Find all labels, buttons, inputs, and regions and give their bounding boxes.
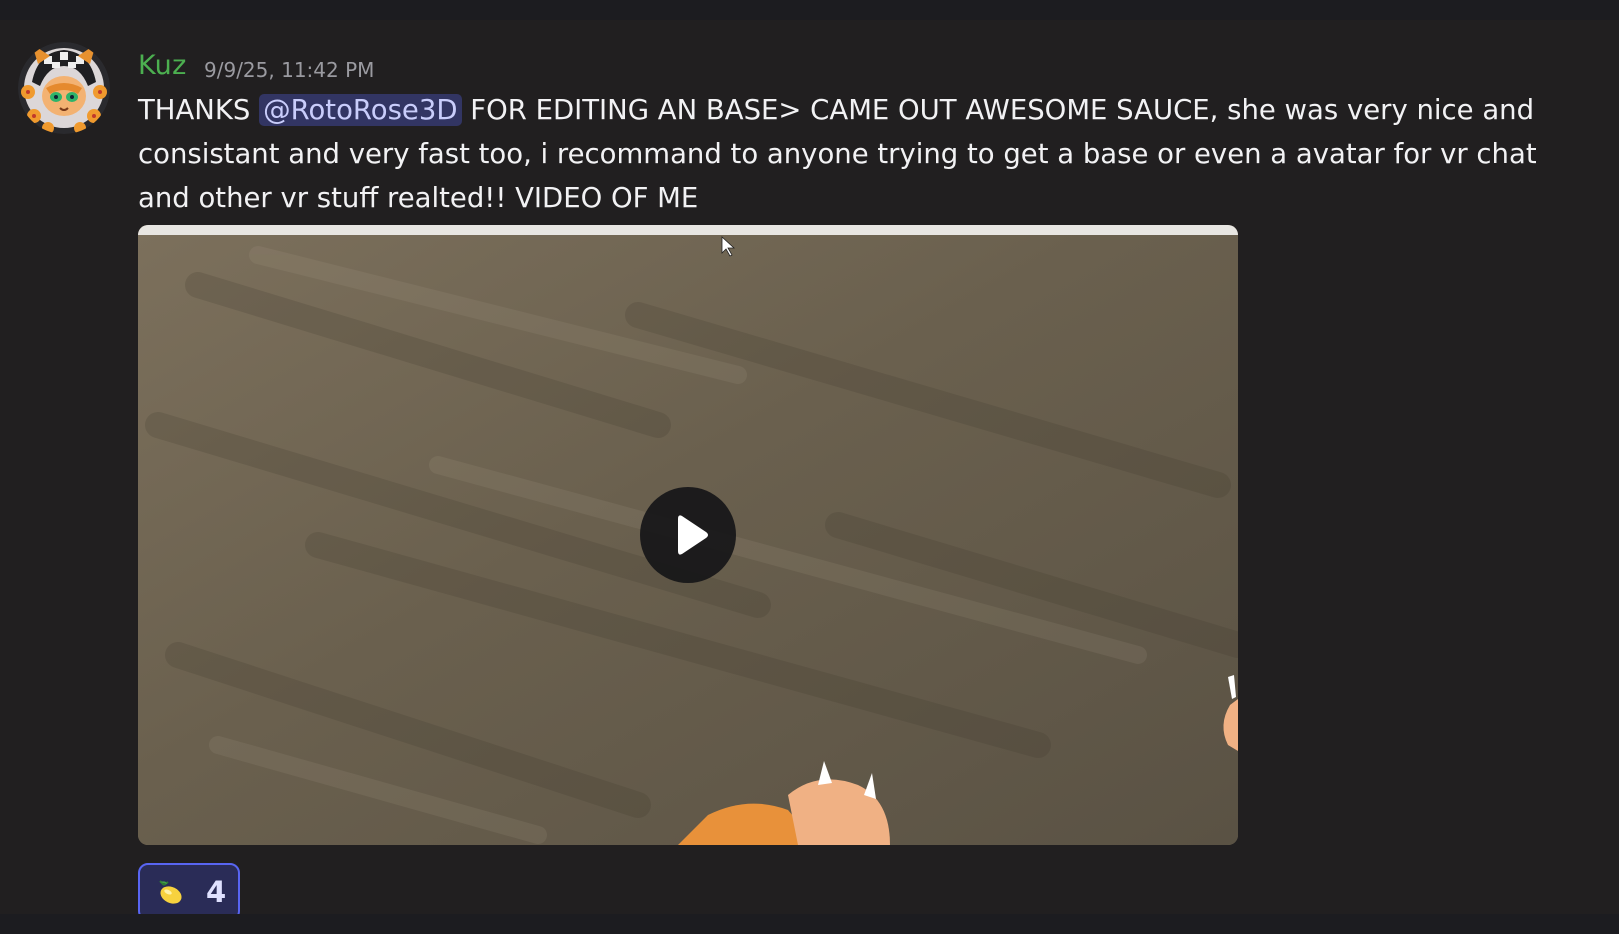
message-content: THANKS @RotoRose3D FOR EDITING AN BASE> … bbox=[138, 88, 1578, 220]
video-attachment[interactable] bbox=[138, 225, 1238, 845]
user-avatar[interactable] bbox=[18, 42, 110, 134]
play-button[interactable] bbox=[640, 487, 736, 583]
top-strip bbox=[0, 0, 1619, 20]
play-icon bbox=[678, 515, 708, 555]
reaction-count: 4 bbox=[206, 875, 227, 909]
user-mention[interactable]: @RotoRose3D bbox=[259, 94, 462, 126]
author-name[interactable]: Kuz bbox=[138, 50, 187, 81]
bottom-strip bbox=[0, 914, 1619, 934]
message-text-start: THANKS bbox=[138, 94, 260, 126]
reaction-lemon[interactable]: 4 bbox=[138, 863, 240, 921]
lemon-icon bbox=[159, 880, 182, 904]
message-timestamp: 9/9/25, 11:42 PM bbox=[204, 58, 375, 82]
chat-message: Kuz 9/9/25, 11:42 PM THANKS @RotoRose3D … bbox=[0, 20, 1619, 921]
avatar-image bbox=[18, 42, 110, 134]
